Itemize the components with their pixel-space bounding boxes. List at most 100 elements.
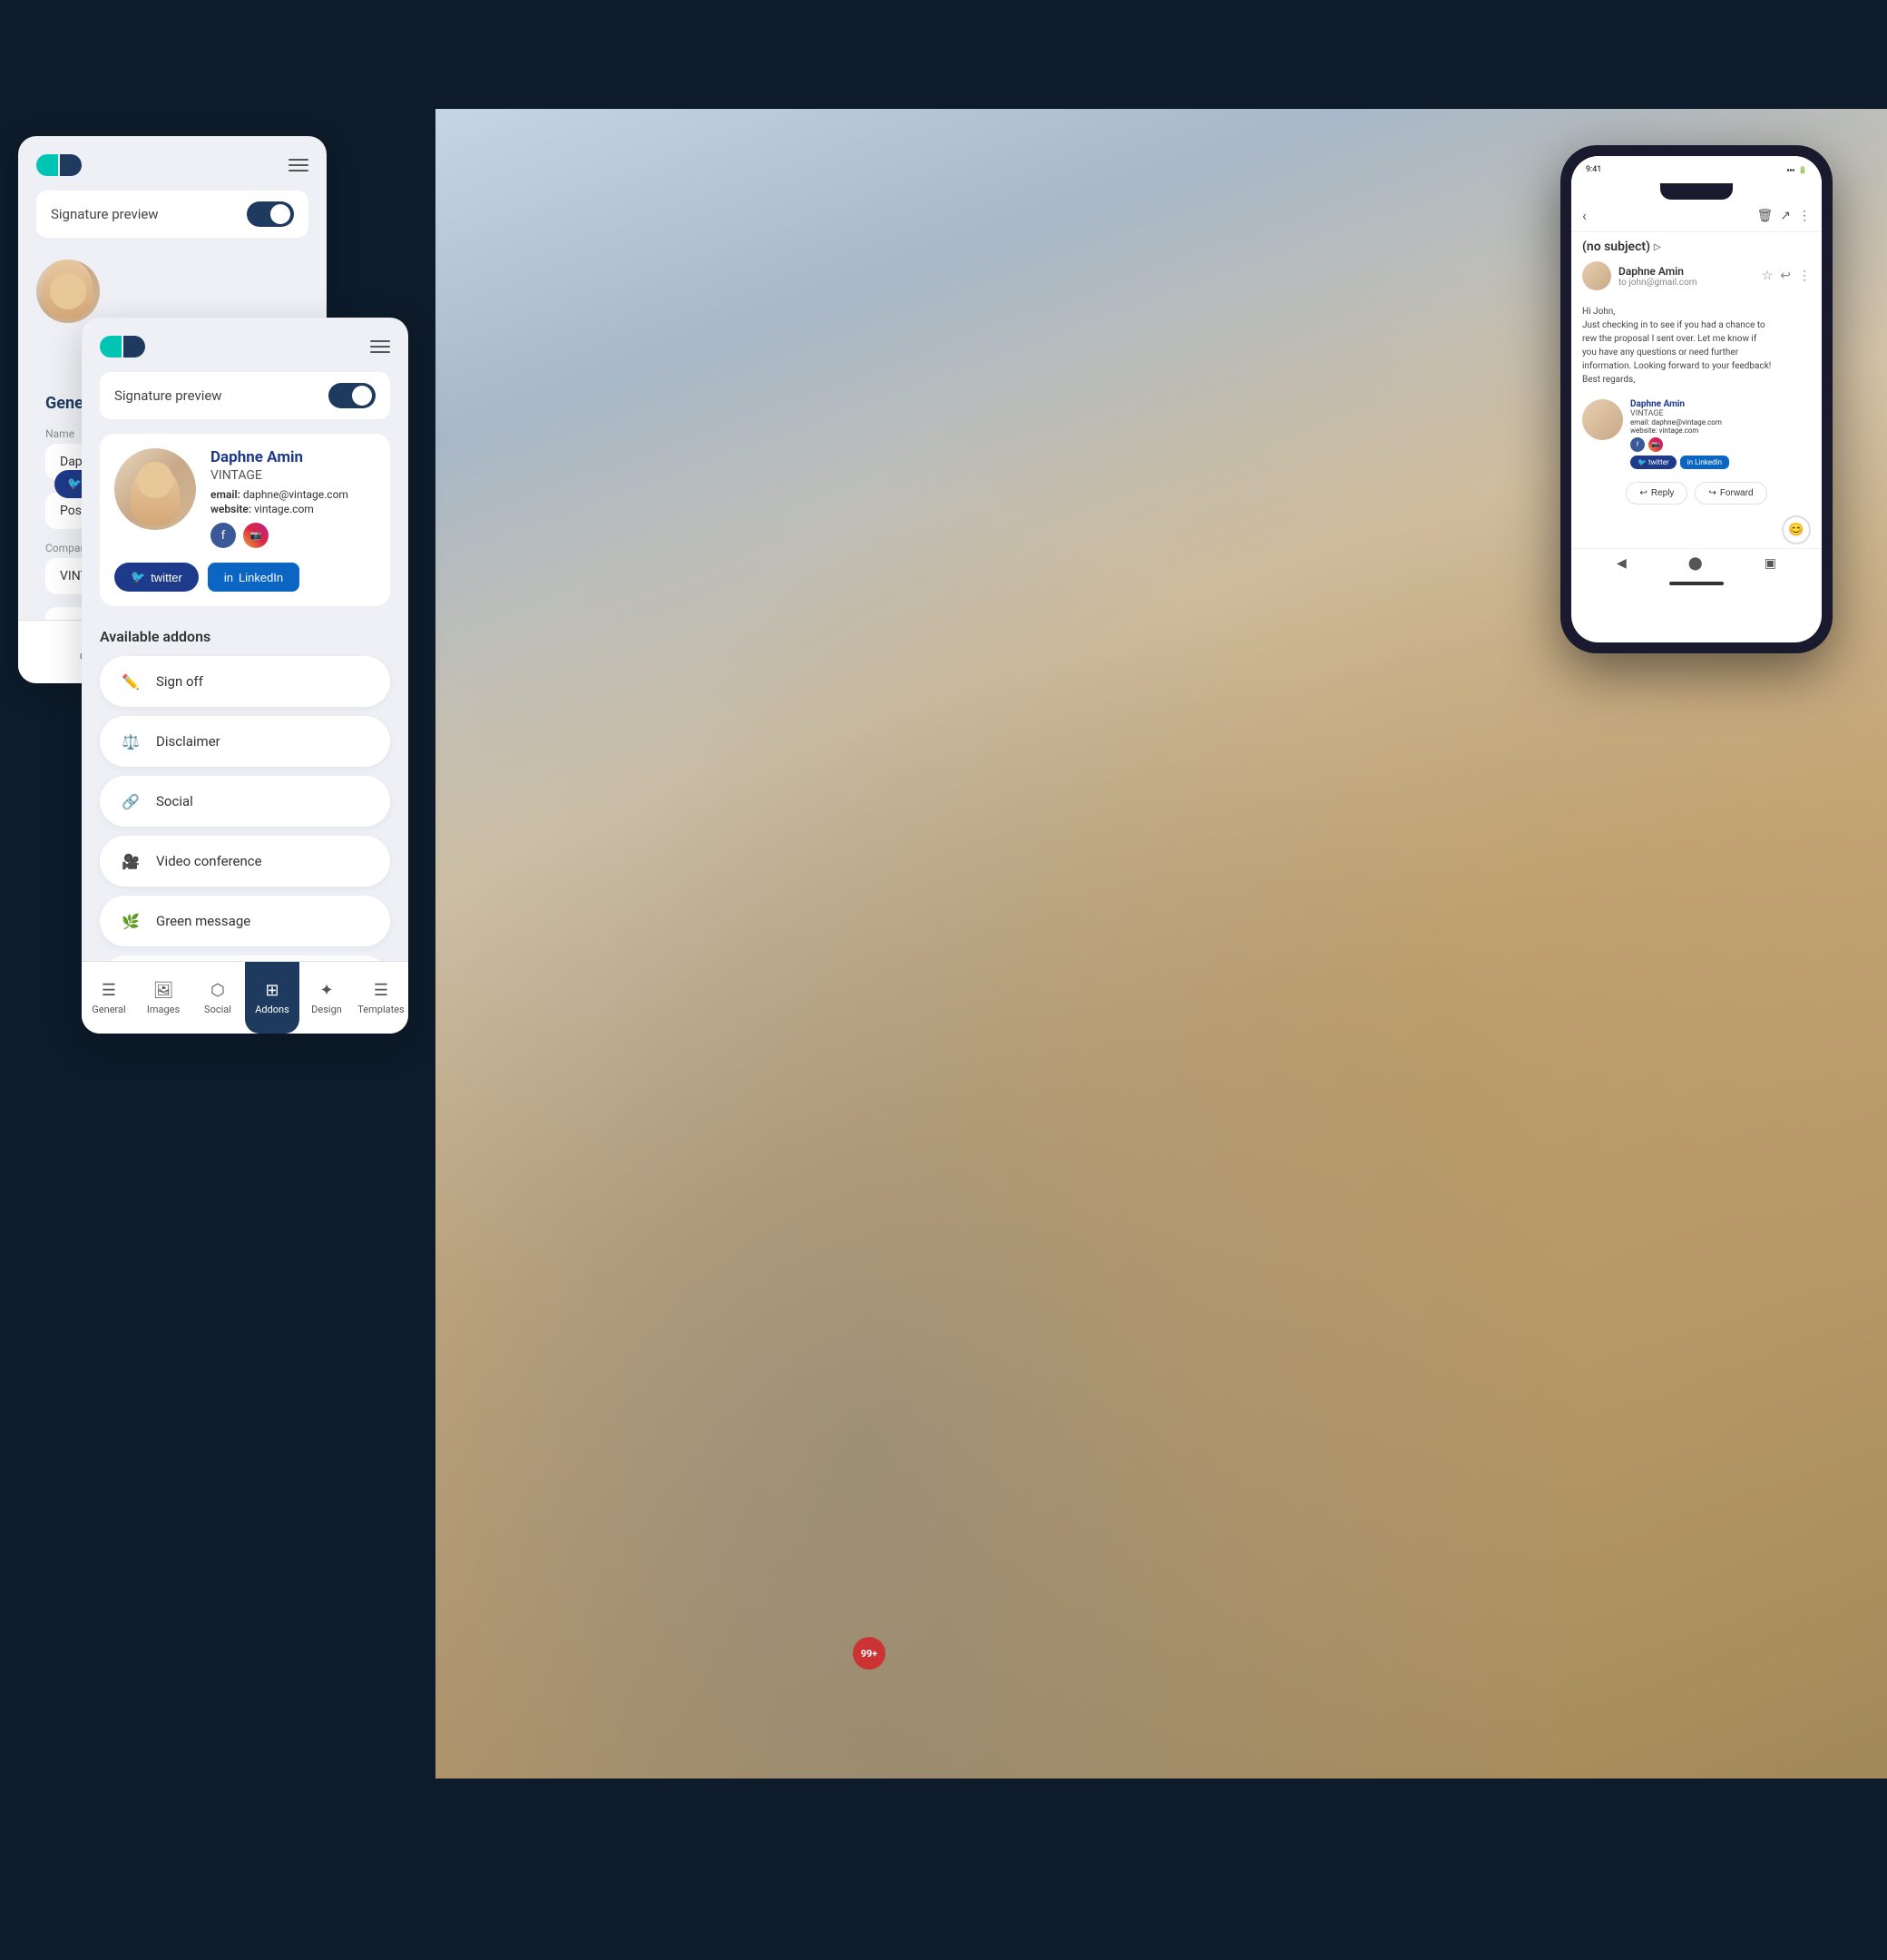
main-area: Signature preview 🐦 twit General Name Da… xyxy=(0,109,1887,1779)
nav-social[interactable]: ⬡ Social xyxy=(191,962,245,1034)
phone-back-nav[interactable]: ◀ xyxy=(1617,556,1627,571)
phone-ig-icon[interactable]: 📷 xyxy=(1648,437,1663,452)
sig-avatar-fg xyxy=(114,448,196,530)
phone-recents-nav[interactable]: ▣ xyxy=(1765,556,1776,571)
sig-card-inner: Daphne Amin VINTAGE email: daphne@vintag… xyxy=(114,448,376,548)
addons-section: Available addons ✏️ Sign off ⚖️ Disclaim… xyxy=(100,619,390,1006)
phone-sig-buttons: 🐦 twitter in LinkedIn xyxy=(1630,456,1729,469)
sig-preview-bar-bg: Signature preview xyxy=(36,191,308,238)
video-conference-icon: 🎥 xyxy=(118,848,143,874)
instagram-icon[interactable]: 📷 xyxy=(243,523,269,548)
addons-nav-icon: ⊞ xyxy=(265,981,279,1000)
templates-nav-icon: ☰ xyxy=(374,981,388,1000)
addon-sign-off[interactable]: ✏️ Sign off xyxy=(100,656,390,707)
phone-sig-avatar xyxy=(1582,399,1623,440)
emoji-button[interactable]: 😊 xyxy=(1782,515,1811,544)
social-nav-icon: ⬡ xyxy=(210,981,225,1000)
sig-info: Daphne Amin VINTAGE email: daphne@vintag… xyxy=(210,448,376,548)
phone-sig-section: Daphne Amin VINTAGE email: daphne@vintag… xyxy=(1571,394,1822,475)
addon-video-label: Video conference xyxy=(156,853,262,869)
sig-email: email: daphne@vintage.com xyxy=(210,488,376,501)
sig-toggle-fg[interactable] xyxy=(328,383,376,408)
sig-buttons: 🐦 twitter in LinkedIn xyxy=(114,563,376,592)
nav-templates-label: Templates xyxy=(357,1004,404,1015)
addon-social-label: Social xyxy=(156,793,193,809)
phone-home-indicator xyxy=(1669,582,1724,585)
sig-social-icons: f 📷 xyxy=(210,523,376,548)
panel-fg-header xyxy=(100,336,390,358)
forward-button[interactable]: ↪ Forward xyxy=(1695,482,1766,505)
addon-sign-off-label: Sign off xyxy=(156,673,203,690)
nav-addons-label: Addons xyxy=(255,1004,289,1015)
phone-twitter-btn[interactable]: 🐦 twitter xyxy=(1630,456,1677,469)
sig-preview-label-bg: Signature preview xyxy=(51,206,159,222)
phone-sig-name: Daphne Amin xyxy=(1630,399,1729,409)
addon-disclaimer[interactable]: ⚖️ Disclaimer xyxy=(100,716,390,767)
bottom-nav-fg: ☰ General 🖼 Images ⬡ Social ⊞ Addons ✦ xyxy=(82,961,408,1034)
nav-general[interactable]: ☰ General xyxy=(82,962,136,1034)
top-bar xyxy=(0,0,1887,109)
facebook-icon[interactable]: f xyxy=(210,523,236,548)
phone-sig-info: Daphne Amin VINTAGE email: daphne@vintag… xyxy=(1630,399,1729,469)
addon-social[interactable]: 🔗 Social xyxy=(100,776,390,827)
more-icon[interactable]: ⋮ xyxy=(1798,209,1811,223)
nav-design-label: Design xyxy=(311,1004,342,1015)
phone-home-nav[interactable]: ⬤ xyxy=(1688,556,1703,571)
reply-button[interactable]: ↩ Reply xyxy=(1626,482,1687,505)
forward-indicator: ▷ xyxy=(1654,242,1661,252)
twitter-button[interactable]: 🐦 twitter xyxy=(114,563,199,592)
menu-icon-fg[interactable] xyxy=(370,340,390,353)
panel-foreground: Signature preview Daphne Amin VINTAGE em… xyxy=(82,318,408,1034)
sender-avatar xyxy=(1582,261,1611,290)
trash-icon[interactable]: 🗑 xyxy=(1756,209,1773,223)
menu-icon-bg[interactable] xyxy=(288,159,308,172)
logo-bg xyxy=(36,154,82,176)
twitter-icon-bg: 🐦 xyxy=(67,477,82,491)
nav-social-label: Social xyxy=(204,1004,231,1015)
addon-green-label: Green message xyxy=(156,913,250,929)
sig-preview-label-fg: Signature preview xyxy=(114,387,222,404)
phone-linkedin-btn[interactable]: in LinkedIn xyxy=(1680,456,1729,469)
phone-fb-icon[interactable]: f xyxy=(1630,437,1645,452)
sign-off-icon: ✏️ xyxy=(118,669,143,694)
general-nav-icon: ☰ xyxy=(102,981,116,1000)
phone-email-body: Hi John, Just checking in to see if you … xyxy=(1571,298,1822,394)
star-icon[interactable]: ☆ xyxy=(1762,269,1774,283)
nav-images[interactable]: 🖼 Images xyxy=(136,962,191,1034)
share-icon[interactable]: ↗ xyxy=(1780,209,1791,223)
sender-info: Daphne Amin to john@gmail.com xyxy=(1618,265,1755,288)
phone-reply-bar: ↩ Reply ↪ Forward xyxy=(1571,475,1822,512)
linkedin-button[interactable]: in LinkedIn xyxy=(208,563,299,592)
nav-addons[interactable]: ⊞ Addons xyxy=(245,962,299,1034)
phone-notch xyxy=(1660,183,1733,200)
sig-company: VINTAGE xyxy=(210,468,376,483)
nav-design[interactable]: ✦ Design xyxy=(299,962,354,1034)
phone-header: ‹ 🗑 ↗ ⋮ xyxy=(1571,200,1822,232)
phone-social-icons: f 📷 xyxy=(1630,437,1729,452)
green-message-icon: 🌿 xyxy=(118,908,143,934)
phone-mockup: 9:41 ▪▪▪ 🔋 ‹ 🗑 ↗ ⋮ xyxy=(1560,145,1833,653)
logo-left xyxy=(36,154,58,176)
forward-arrow-icon: ↪ xyxy=(1708,488,1716,498)
twitter-bird-icon: 🐦 xyxy=(131,570,145,584)
addon-green-message[interactable]: 🌿 Green message xyxy=(100,896,390,946)
more-icon-sm[interactable]: ⋮ xyxy=(1798,269,1811,283)
sig-toggle-bg[interactable] xyxy=(247,201,294,227)
logo-right-fg xyxy=(123,336,145,358)
phone-sender: Daphne Amin to john@gmail.com ☆ ↩ ⋮ xyxy=(1571,258,1822,298)
addon-video-conference[interactable]: 🎥 Video conference xyxy=(100,836,390,887)
images-nav-icon: 🖼 xyxy=(153,981,174,1000)
linkedin-icon: in xyxy=(224,571,233,584)
reply-icon-sm[interactable]: ↩ xyxy=(1780,269,1791,283)
addon-disclaimer-label: Disclaimer xyxy=(156,733,220,750)
notification-badge: 99+ xyxy=(853,1637,885,1670)
avatar-bg xyxy=(36,260,100,323)
nav-templates[interactable]: ☰ Templates xyxy=(354,962,408,1034)
back-icon[interactable]: ‹ xyxy=(1582,207,1587,224)
bottom-bar xyxy=(0,1779,1887,1960)
reply-arrow-icon: ↩ xyxy=(1639,488,1647,498)
phone-screen: 9:41 ▪▪▪ 🔋 ‹ 🗑 ↗ ⋮ xyxy=(1571,156,1822,642)
phone-status-bar: 9:41 ▪▪▪ 🔋 xyxy=(1571,156,1822,183)
sig-website: website: vintage.com xyxy=(210,503,376,515)
nav-general-label: General xyxy=(92,1004,125,1015)
